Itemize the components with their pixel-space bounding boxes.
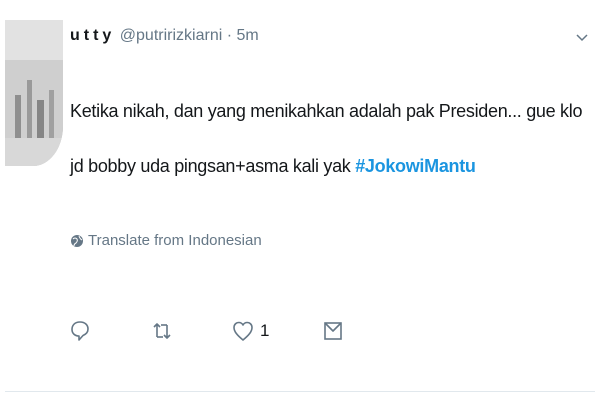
like-button[interactable]: 1	[232, 318, 269, 344]
tweet-card[interactable]: utty @putririzkiarni · 5m Ketika nikah, …	[0, 0, 600, 400]
globe-icon	[70, 234, 84, 248]
user-handle[interactable]: @putririzkiarni	[120, 27, 222, 44]
direct-message-icon	[322, 319, 344, 343]
direct-message-button[interactable]	[322, 318, 344, 344]
tweet-body: Ketika nikah, dan yang menikahkan adalah…	[70, 101, 583, 176]
display-name[interactable]: utty	[70, 27, 115, 44]
retweet-button[interactable]	[150, 318, 174, 344]
tweet-actions: 1	[70, 318, 370, 348]
chevron-down-icon[interactable]	[576, 30, 588, 44]
tweet-header: utty @putririzkiarni · 5m	[70, 26, 259, 46]
tweet-text: Ketika nikah, dan yang menikahkan adalah…	[70, 84, 595, 194]
reply-button[interactable]	[70, 318, 90, 344]
avatar[interactable]	[5, 20, 63, 166]
timestamp[interactable]: 5m	[237, 27, 259, 44]
reply-icon	[70, 319, 90, 343]
translate-link[interactable]: Translate from Indonesian	[70, 232, 262, 250]
avatar-image	[5, 20, 63, 166]
like-count: 1	[260, 321, 270, 340]
divider	[5, 391, 595, 392]
retweet-icon	[150, 319, 174, 343]
translate-label: Translate from Indonesian	[88, 232, 262, 249]
header-separator: ·	[226, 27, 233, 44]
hashtag-link[interactable]: #JokowiMantu	[355, 156, 476, 176]
heart-icon	[232, 319, 254, 343]
